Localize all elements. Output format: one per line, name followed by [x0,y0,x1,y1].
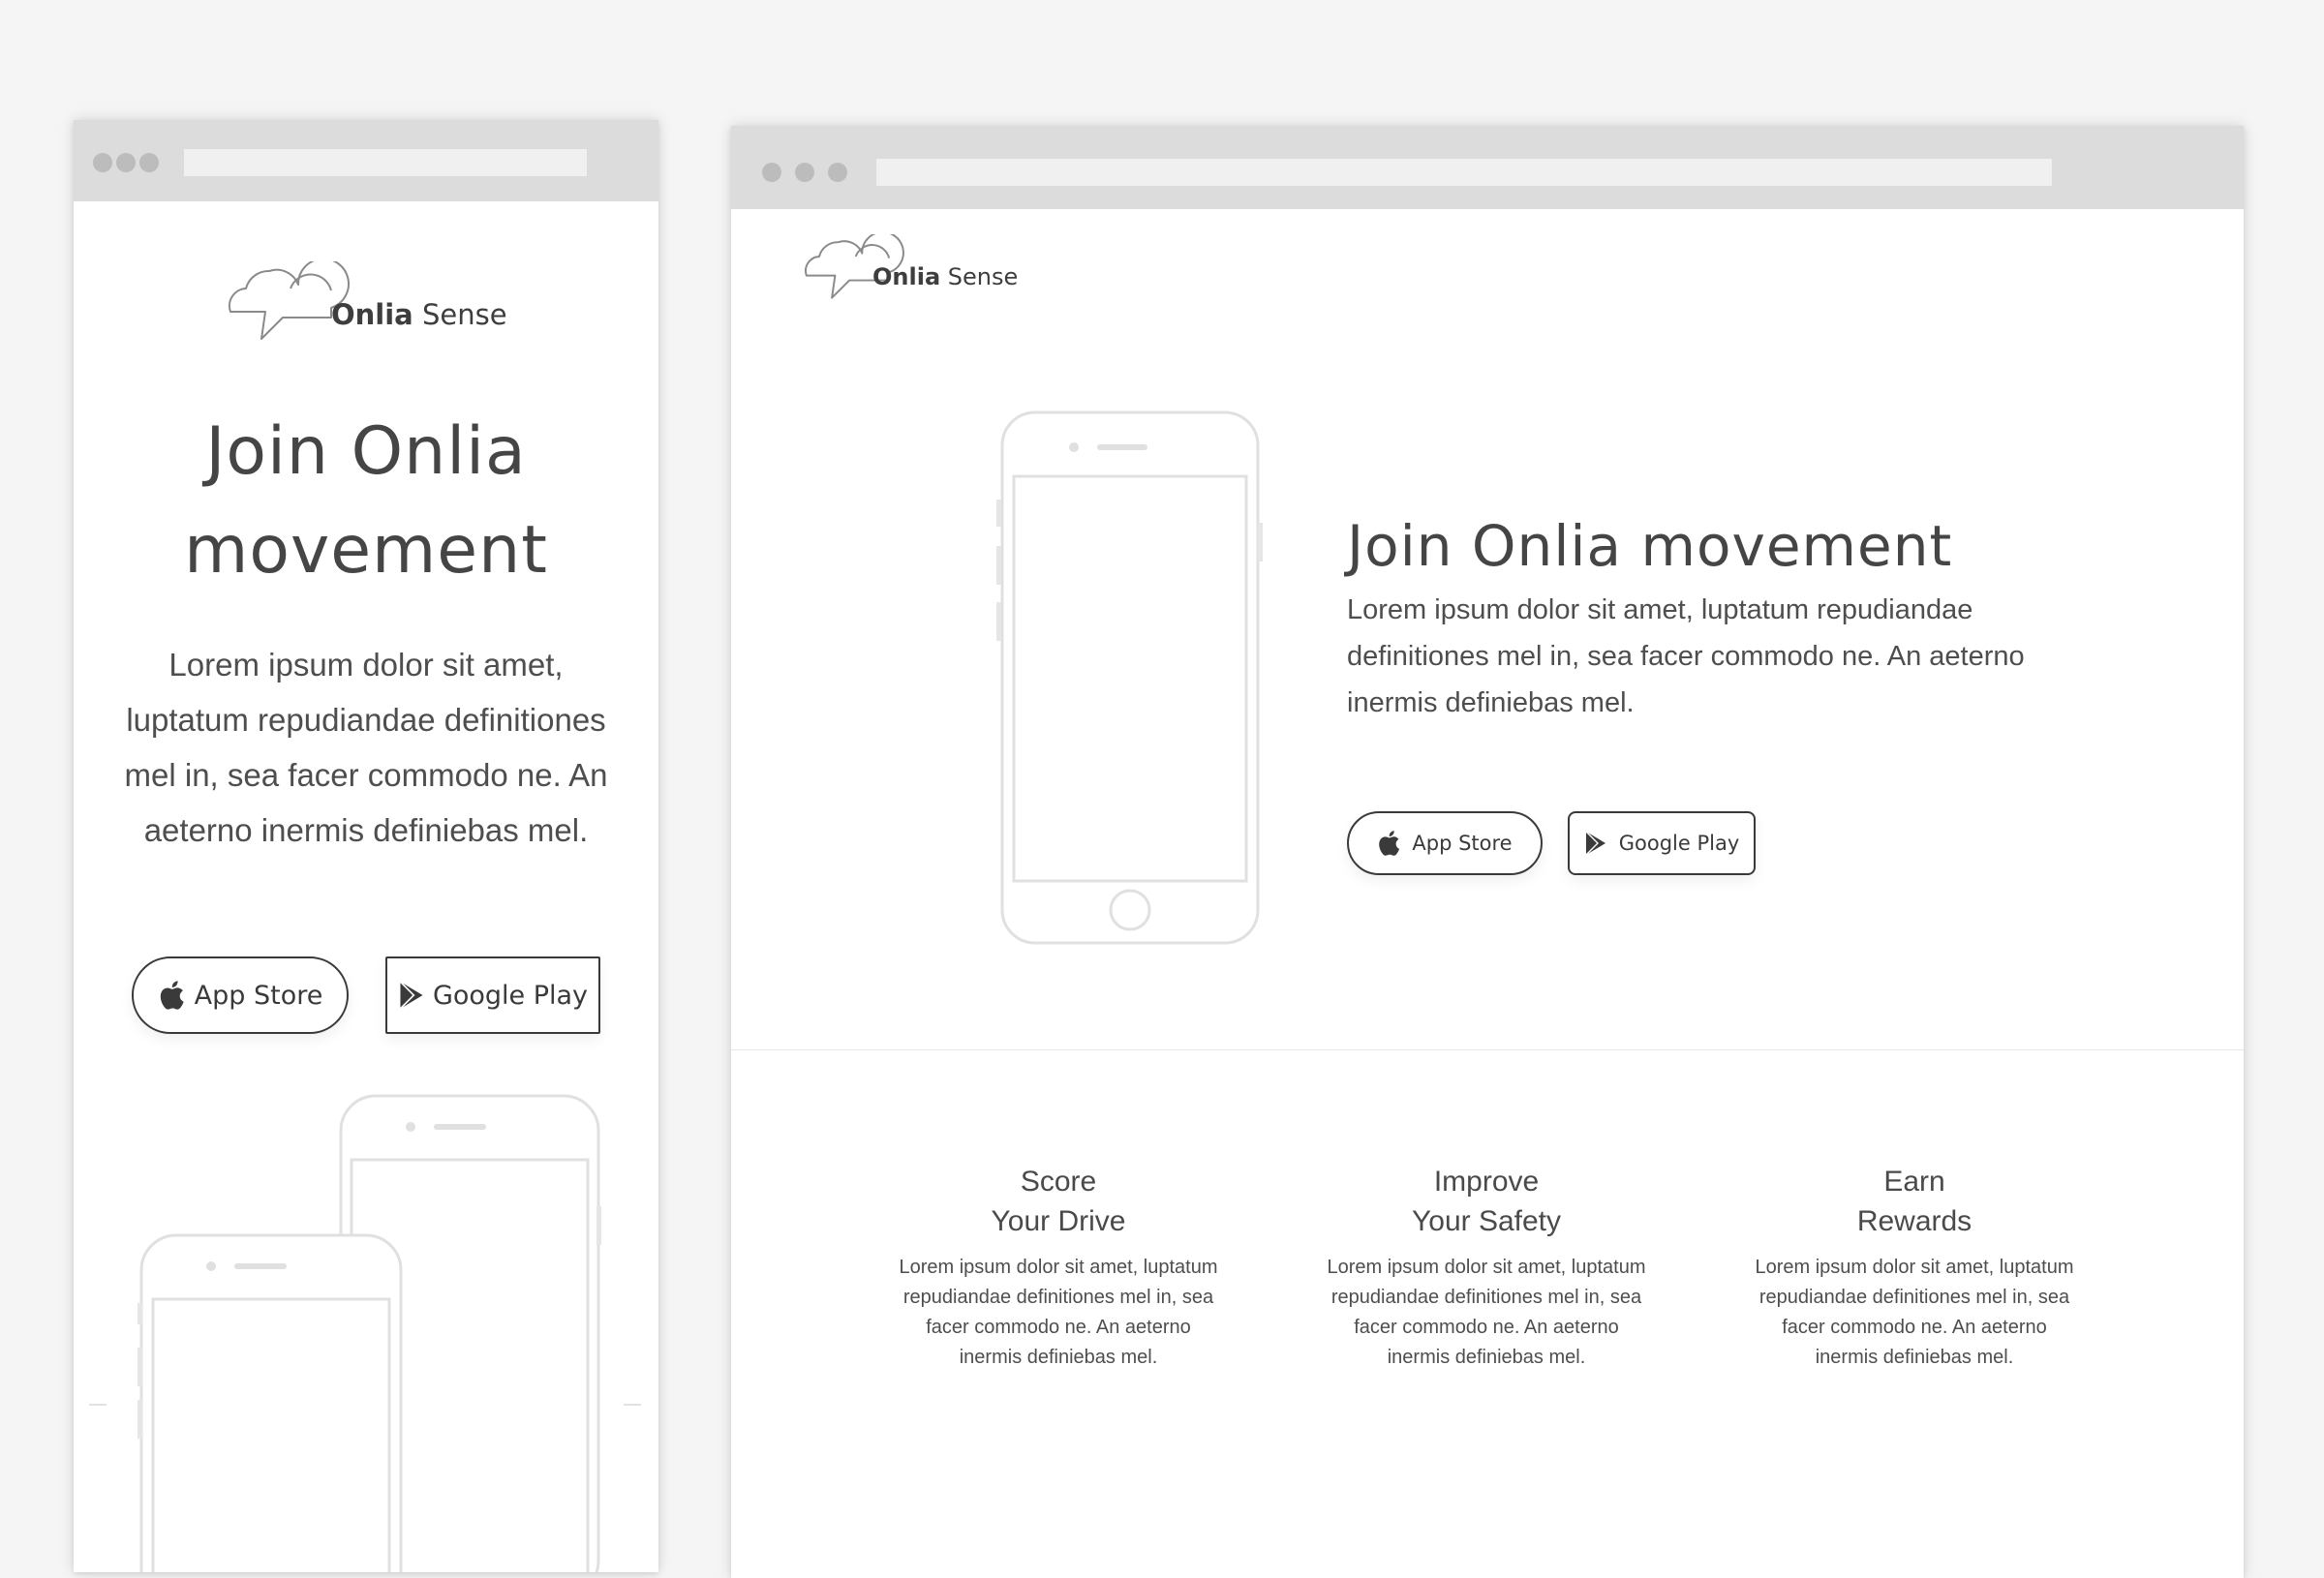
logo-name-light: Sense [421,298,507,331]
feature-title-line2: Rewards [1856,1205,1972,1237]
logo-wordmark: Onlia Sense [331,298,507,331]
app-store-button[interactable]: App Store [1347,811,1543,875]
feature-title: Earn Rewards [1750,1162,2079,1241]
feature-title-line2: Your Safety [1412,1205,1561,1237]
feature-text: Lorem ipsum dolor sit amet, luptatum rep… [899,1257,1218,1368]
window-close-dot[interactable] [93,153,112,172]
apple-icon [160,981,184,1010]
play-triangle-icon [399,981,423,1010]
logo-name-bold: Onlia [872,263,941,290]
window-minimize-dot[interactable] [116,153,136,172]
window-maximize-dot[interactable] [139,153,159,172]
feature-title: Improve Your Safety [1322,1162,1651,1241]
feature-title-line1: Improve [1433,1166,1540,1198]
logo-wordmark: Onlia Sense [872,263,1018,290]
window-close-dot[interactable] [762,163,781,182]
hero-headline: Join Onlia movement [184,413,548,589]
hero-headline: Join Onlia movement [1347,513,1953,579]
carousel-tick-left [89,1404,107,1406]
phone-mockup-front [138,1233,411,1572]
feature-improve-your-safety: Improve Your Safety Lorem ipsum dolor si… [1322,1162,1651,1373]
feature-text: Lorem ipsum dolor sit amet, luptatum rep… [1755,1257,2074,1368]
onlia-sense-logo[interactable]: Onlia Sense [227,261,517,358]
mobile-browser-window: Onlia Sense Join Onlia movement Lorem ip… [74,120,658,1572]
phone-outline-hero [996,410,1263,945]
logo-name-light: Sense [947,263,1019,290]
apple-icon [1379,831,1400,856]
address-bar[interactable] [184,149,587,176]
hero-description: Lorem ipsum dolor sit amet, luptatum rep… [1347,594,2025,718]
address-bar[interactable] [876,159,2052,186]
desktop-browser-window: Onlia Sense Join Onlia movement Lorem ip… [731,126,2244,1578]
mobile-browser-toolbar [74,120,658,201]
google-play-button[interactable]: Google Play [385,956,600,1034]
phone-mockup-hero [996,410,1264,953]
feature-score-your-drive: Score Your Drive Lorem ipsum dolor sit a… [894,1162,1223,1373]
window-maximize-dot[interactable] [828,163,847,182]
google-play-label: Google Play [432,980,589,1011]
section-divider [731,1049,2244,1050]
feature-title-line2: Your Drive [991,1205,1126,1237]
feature-earn-rewards: Earn Rewards Lorem ipsum dolor sit amet,… [1750,1162,2079,1373]
app-store-label: App Store [194,980,323,1011]
carousel-tick-right [624,1404,641,1406]
feature-title: Score Your Drive [894,1162,1223,1241]
google-play-button[interactable]: Google Play [1568,811,1756,875]
app-store-label: App Store [1412,832,1513,855]
hero-description: Lorem ipsum dolor sit amet, luptatum rep… [124,647,608,848]
feature-title-line1: Score [1020,1166,1097,1198]
window-minimize-dot[interactable] [795,163,814,182]
app-store-button[interactable]: App Store [132,956,349,1034]
onlia-sense-logo[interactable]: Onlia Sense [803,234,1093,331]
google-play-label: Google Play [1618,832,1740,855]
play-triangle-icon [1585,831,1605,856]
logo-name-bold: Onlia [331,298,413,331]
desktop-browser-toolbar [731,126,2244,209]
phone-outline-front [138,1233,403,1572]
feature-text: Lorem ipsum dolor sit amet, luptatum rep… [1327,1257,1646,1368]
feature-title-line1: Earn [1883,1166,1945,1198]
